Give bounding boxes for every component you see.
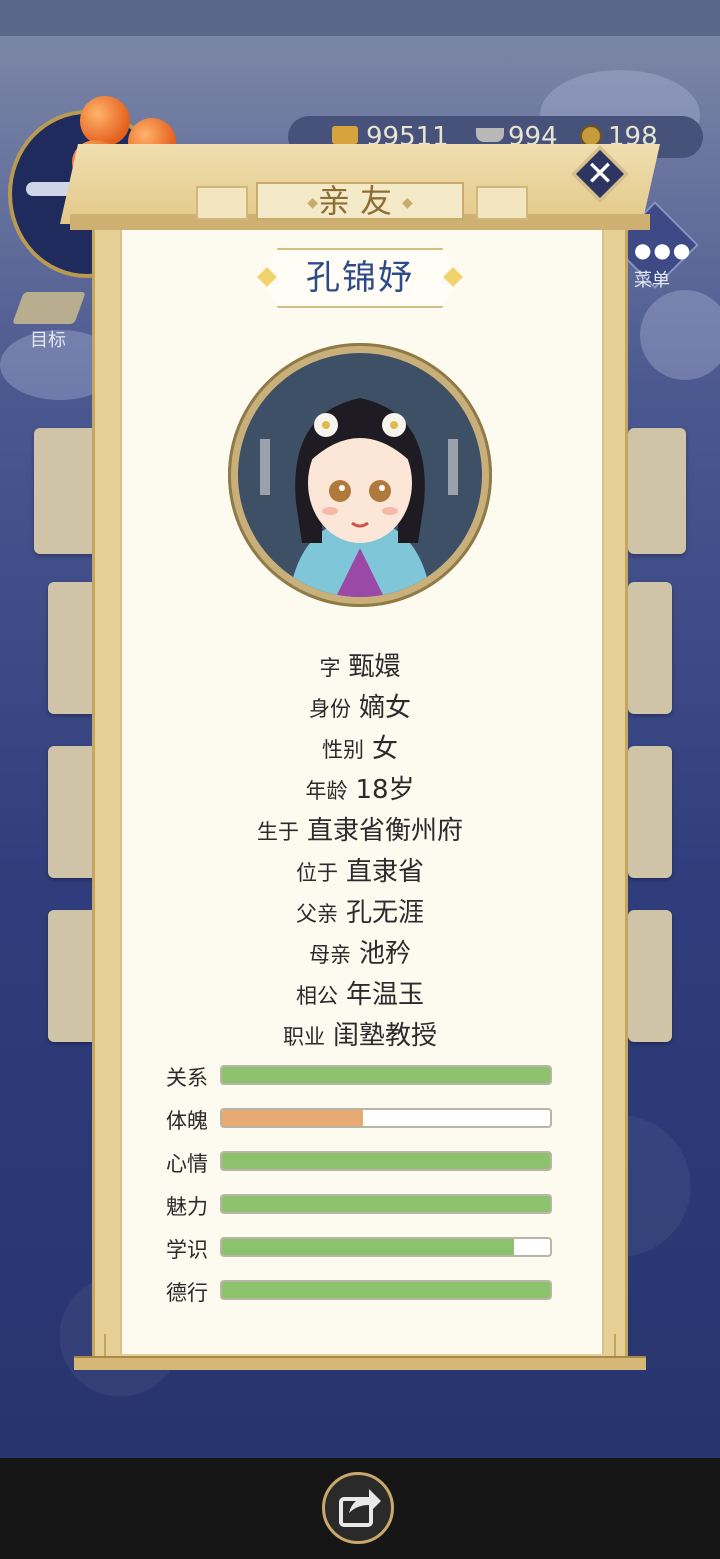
stat-fill (222, 1282, 550, 1298)
info-father: 父亲 孔无涯 (295, 898, 424, 928)
background-card (628, 582, 672, 714)
share-button[interactable] (322, 1472, 394, 1544)
stat-fill (222, 1110, 364, 1126)
copper-coin-icon (580, 125, 602, 147)
status-bar (0, 0, 720, 36)
info-location: 位于 直隶省 (295, 857, 424, 887)
dialog-title-text: 亲友 (317, 182, 402, 220)
corner-ornament (592, 1334, 616, 1358)
info-age: 年龄 18岁 (305, 775, 415, 805)
stat-label-mood: 心情 (166, 1152, 208, 1176)
info-gender: 性别女 (321, 734, 398, 764)
stat-bar-relationship (220, 1065, 552, 1085)
stat-label-charm: 魅力 (166, 1195, 208, 1219)
dialog-title: ◆亲友◆ (256, 182, 464, 220)
close-icon[interactable]: ✕ (580, 152, 620, 196)
stat-label-virtue: 德行 (166, 1281, 208, 1305)
persimmon-icon (80, 96, 130, 146)
more-dots-icon: ●●● (634, 238, 693, 262)
background-card (628, 910, 672, 1042)
info-courtesy-name: 字甄嬛 (319, 652, 401, 682)
menu-label: 菜单 (634, 270, 670, 291)
stat-fill (222, 1067, 550, 1083)
background-card (628, 746, 672, 878)
info-status: 身份 嫡女 (308, 693, 411, 723)
stat-fill (222, 1153, 550, 1169)
stat-bar-mood (220, 1151, 552, 1171)
stat-bar-knowledge (220, 1237, 552, 1257)
background-card (48, 746, 98, 878)
stat-fill (222, 1239, 514, 1255)
character-name: 孔锦妤 (306, 258, 414, 298)
stat-bar-physique (220, 1108, 552, 1128)
title-plate-ornament (196, 186, 248, 220)
character-portrait-art (260, 398, 458, 597)
background-card (628, 428, 686, 554)
cloud-decoration (640, 290, 720, 380)
stat-bar-charm (220, 1194, 552, 1214)
share-icon (339, 1489, 381, 1527)
title-dot-icon: ◆ (402, 195, 413, 211)
background-card (48, 582, 98, 714)
info-birthplace: 生于 直隶省衡州府 (256, 816, 463, 846)
stat-label-relationship: 关系 (166, 1066, 208, 1090)
gold-ingot-icon (332, 126, 358, 144)
corner-ornament (104, 1334, 128, 1358)
scroll-bottom-rod (74, 1356, 646, 1370)
background-card (48, 910, 98, 1042)
info-husband: 相公 年温玉 (295, 980, 424, 1010)
target-scroll-icon[interactable] (12, 292, 86, 324)
stat-bar-virtue (220, 1280, 552, 1300)
stat-label-knowledge: 学识 (166, 1238, 208, 1262)
title-plate-ornament (476, 186, 528, 220)
silver-ingot-icon (476, 128, 504, 142)
target-label: 目标 (30, 330, 66, 351)
title-dot-icon: ◆ (307, 195, 318, 211)
info-mother: 母亲 池矜 (308, 939, 411, 969)
stat-label-physique: 体魄 (166, 1109, 208, 1133)
stat-fill (222, 1196, 550, 1212)
character-portrait (238, 353, 482, 597)
info-occupation: 职业 闺塾教授 (282, 1021, 437, 1051)
